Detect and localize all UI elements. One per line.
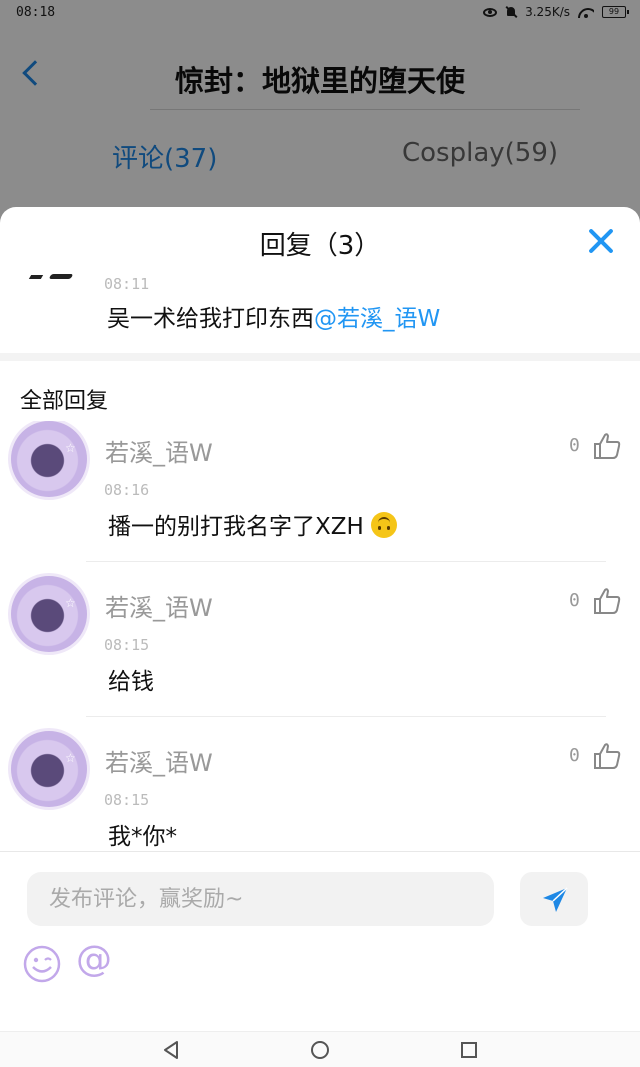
section-separator [0,353,640,361]
original-comment-time: 08:11 [104,275,150,293]
reply-time: 08:15 [104,636,150,654]
list-item: 若溪_语W 0 08:16 播一的别打我名字了XZH [0,421,640,575]
close-icon[interactable] [585,225,617,257]
original-avatar [24,273,78,281]
like-count: 0 [569,435,580,456]
like-count: 0 [569,745,580,766]
reply-sheet: 回复（3） 08:11 吴一术给我打印东西@若溪_语W 全部回复 若溪_语W 0… [0,207,640,1031]
comment-input[interactable] [27,872,494,926]
reply-text: 播一的别打我名字了XZH [108,507,398,541]
original-comment-body: 吴一术给我打印东西 [107,306,314,332]
nav-back-icon[interactable] [163,1041,179,1059]
reply-time: 08:15 [104,791,150,809]
reply-username[interactable]: 若溪_语W [105,588,213,623]
reply-time: 08:16 [104,481,150,499]
upside-down-face-icon [371,512,398,538]
reply-username[interactable]: 若溪_语W [105,433,213,468]
reply-text: 我*你* [108,824,177,850]
list-item: 若溪_语W 0 08:15 给钱 [0,576,640,730]
reply-list[interactable]: 若溪_语W 0 08:16 播一的别打我名字了XZH 若溪_语W 0 08:15… [0,421,640,851]
reply-username[interactable]: 若溪_语W [105,743,213,778]
like-count: 0 [569,590,580,611]
mention-link[interactable]: @若溪_语W [314,306,440,332]
section-title: 全部回复 [20,389,109,414]
nav-home-icon[interactable] [311,1041,329,1059]
thumbs-up-icon[interactable] [592,741,622,771]
reply-body: 播一的别打我名字了XZH [108,514,364,540]
thumbs-up-icon[interactable] [592,586,622,616]
original-comment-text: 吴一术给我打印东西@若溪_语W [107,299,440,333]
avatar[interactable] [11,576,87,652]
divider [86,561,606,562]
list-item: 若溪_语W 0 08:15 我*你* [0,731,640,851]
thumbs-up-icon[interactable] [592,431,622,461]
divider [86,716,606,717]
avatar[interactable] [11,731,87,807]
send-arrow-icon [543,887,568,912]
reply-text: 给钱 [108,669,154,695]
at-icon[interactable]: @ [76,938,112,982]
sheet-title: 回复（3） [259,231,381,261]
smiley-icon[interactable] [22,944,62,984]
send-button[interactable] [520,872,588,926]
system-nav-bar [0,1031,640,1067]
nav-recents-icon[interactable] [461,1042,477,1058]
avatar[interactable] [11,421,87,497]
comment-composer: @ [0,851,640,1031]
